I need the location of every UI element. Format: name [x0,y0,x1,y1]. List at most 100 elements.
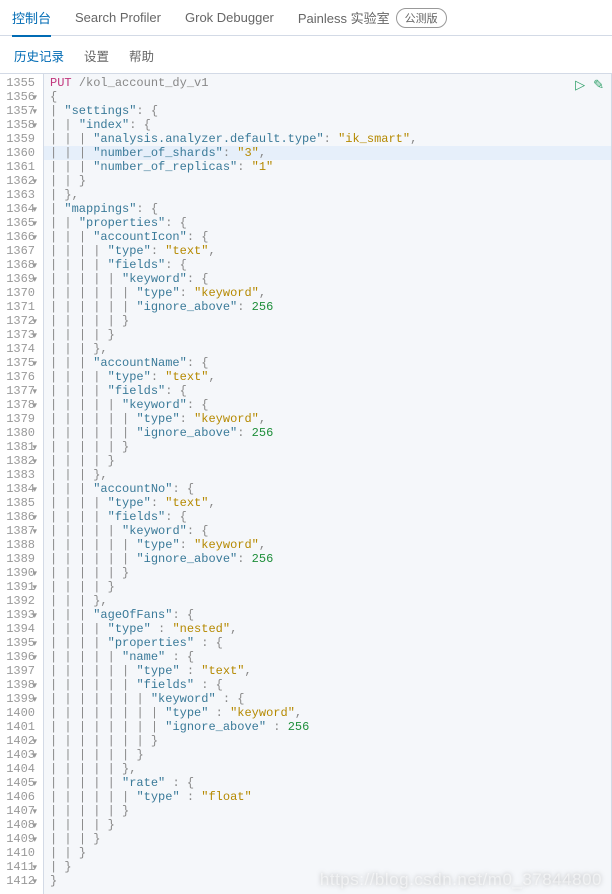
code-line[interactable]: | "settings": { [50,104,612,118]
code-line[interactable]: | | | | | "keyword": { [50,398,612,412]
code-line[interactable]: | | | | | | | } [50,734,612,748]
code-line[interactable]: | | } [50,174,612,188]
code-line[interactable]: | | | | "fields": { [50,258,612,272]
fold-icon[interactable]: ▾ [29,175,37,183]
fold-icon[interactable]: ▾ [29,609,37,617]
code-line[interactable]: | | | }, [50,342,612,356]
code-line[interactable]: | | | | | } [50,566,612,580]
code-line[interactable]: | | | | "fields": { [50,384,612,398]
code-line[interactable]: | | | | | "keyword": { [50,272,612,286]
code-line[interactable]: | | | | | | | | "ignore_above" : 256 [50,720,612,734]
fold-icon[interactable]: ▾ [29,819,37,827]
code-line[interactable]: | | | }, [50,468,612,482]
fold-icon[interactable]: ▾ [29,357,37,365]
code-line[interactable]: | | | | | | "type": "keyword", [50,412,612,426]
code-line[interactable]: } [50,874,612,888]
code-line[interactable]: | | | | } [50,454,612,468]
code-line[interactable]: | }, [50,188,612,202]
code-line[interactable]: | | | "number_of_replicas": "1" [50,160,612,174]
code-line[interactable]: | | | "ageOfFans": { [50,608,612,622]
fold-icon[interactable]: ▾ [29,231,37,239]
code-line[interactable]: | | | | | } [50,804,612,818]
code-line[interactable]: | | | | "type": "text", [50,370,612,384]
code-line[interactable]: | | | | } [50,580,612,594]
fold-icon[interactable]: ▾ [29,455,37,463]
code-line[interactable]: | | | | | "name" : { [50,650,612,664]
tab-search-profiler[interactable]: Search Profiler [75,2,161,33]
tab-painless-lab[interactable]: Painless 实验室 公测版 [298,0,447,36]
fold-icon[interactable]: ▾ [29,399,37,407]
subtab-settings[interactable]: 设置 [84,46,109,65]
code-line[interactable]: | | | | | | | "keyword" : { [50,692,612,706]
code-line[interactable]: | | | "accountName": { [50,356,612,370]
code-line[interactable]: | | | | } [50,818,612,832]
code-line[interactable]: { [50,90,612,104]
code-line[interactable]: | | "index": { [50,118,612,132]
fold-icon[interactable]: ▾ [29,861,37,869]
code-line[interactable]: | | | | | "keyword": { [50,524,612,538]
code-line[interactable]: | | | | | | "type" : "text", [50,664,612,678]
code-line[interactable]: | | | | | | "type": "keyword", [50,286,612,300]
code-line[interactable]: | | | "accountIcon": { [50,230,612,244]
fold-icon[interactable]: ▾ [29,217,37,225]
code-line[interactable]: | | | | | | "fields" : { [50,678,612,692]
code-area[interactable]: PUT /kol_account_dy_v1{| "settings": {| … [44,74,612,894]
code-line[interactable]: | | | | | } [50,314,612,328]
code-line[interactable]: | | | | "type" : "nested", [50,622,612,636]
fold-icon[interactable]: ▾ [29,651,37,659]
code-line[interactable]: PUT /kol_account_dy_v1 [50,76,612,90]
code-line[interactable]: | | | } [50,832,612,846]
fold-icon[interactable]: ▾ [29,511,37,519]
code-line[interactable]: | | | | | | "ignore_above": 256 [50,300,612,314]
fold-icon[interactable]: ▾ [29,105,37,113]
code-line[interactable]: | "mappings": { [50,202,612,216]
code-line[interactable]: | | "properties": { [50,216,612,230]
code-line[interactable]: | | | | "properties" : { [50,636,612,650]
code-line[interactable]: | | | | | | | | "type" : "keyword", [50,706,612,720]
code-line[interactable]: | | | "accountNo": { [50,482,612,496]
subtab-help[interactable]: 帮助 [129,46,154,65]
code-line[interactable]: | | | | | } [50,440,612,454]
code-line[interactable]: | | | | | | "ignore_above": 256 [50,552,612,566]
code-line[interactable]: | | } [50,846,612,860]
fold-icon[interactable]: ▾ [29,525,37,533]
code-line[interactable]: | } [50,860,612,874]
code-line[interactable]: | | | | | | "ignore_above": 256 [50,426,612,440]
code-line[interactable]: | | | | "fields": { [50,510,612,524]
fold-icon[interactable]: ▾ [29,679,37,687]
fold-icon[interactable]: ▾ [29,581,37,589]
fold-icon[interactable]: ▾ [29,385,37,393]
fold-icon[interactable]: ▾ [29,735,37,743]
code-line[interactable]: | | | | "type": "text", [50,496,612,510]
fold-icon[interactable]: ▾ [29,91,37,99]
fold-icon[interactable]: ▾ [29,441,37,449]
code-line[interactable]: | | | "number_of_shards": "3", [44,146,612,160]
code-line[interactable]: | | | | | "rate" : { [50,776,612,790]
fold-icon[interactable]: ▾ [29,273,37,281]
editor[interactable]: ▷ ✎ 13551356▾1357▾1358▾1359136013611362▾… [0,73,612,894]
code-line[interactable]: | | | | "type": "text", [50,244,612,258]
code-line[interactable]: | | | "analysis.analyzer.default.type": … [50,132,612,146]
fold-icon[interactable]: ▾ [29,833,37,841]
fold-icon[interactable]: ▾ [29,637,37,645]
code-line[interactable]: | | | }, [50,594,612,608]
fold-icon[interactable]: ▾ [29,483,37,491]
fold-icon[interactable]: ▾ [29,693,37,701]
fold-icon[interactable]: ▾ [29,805,37,813]
code-line[interactable]: | | | | } [50,328,612,342]
fold-icon[interactable]: ▾ [29,315,37,323]
fold-icon[interactable]: ▾ [29,777,37,785]
code-line[interactable]: | | | | | }, [50,762,612,776]
fold-icon[interactable]: ▾ [29,329,37,337]
fold-icon[interactable]: ▾ [29,749,37,757]
tab-grok-debugger[interactable]: Grok Debugger [185,2,274,33]
code-line[interactable]: | | | | | | "type": "keyword", [50,538,612,552]
subtab-history[interactable]: 历史记录 [14,46,64,65]
fold-icon[interactable]: ▾ [29,203,37,211]
fold-icon[interactable]: ▾ [29,119,37,127]
code-line[interactable]: | | | | | | "type" : "float" [50,790,612,804]
fold-icon[interactable]: ▾ [29,259,37,267]
code-line[interactable]: | | | | | | } [50,748,612,762]
fold-icon[interactable]: ▾ [29,567,37,575]
tab-console[interactable]: 控制台 [12,0,51,37]
